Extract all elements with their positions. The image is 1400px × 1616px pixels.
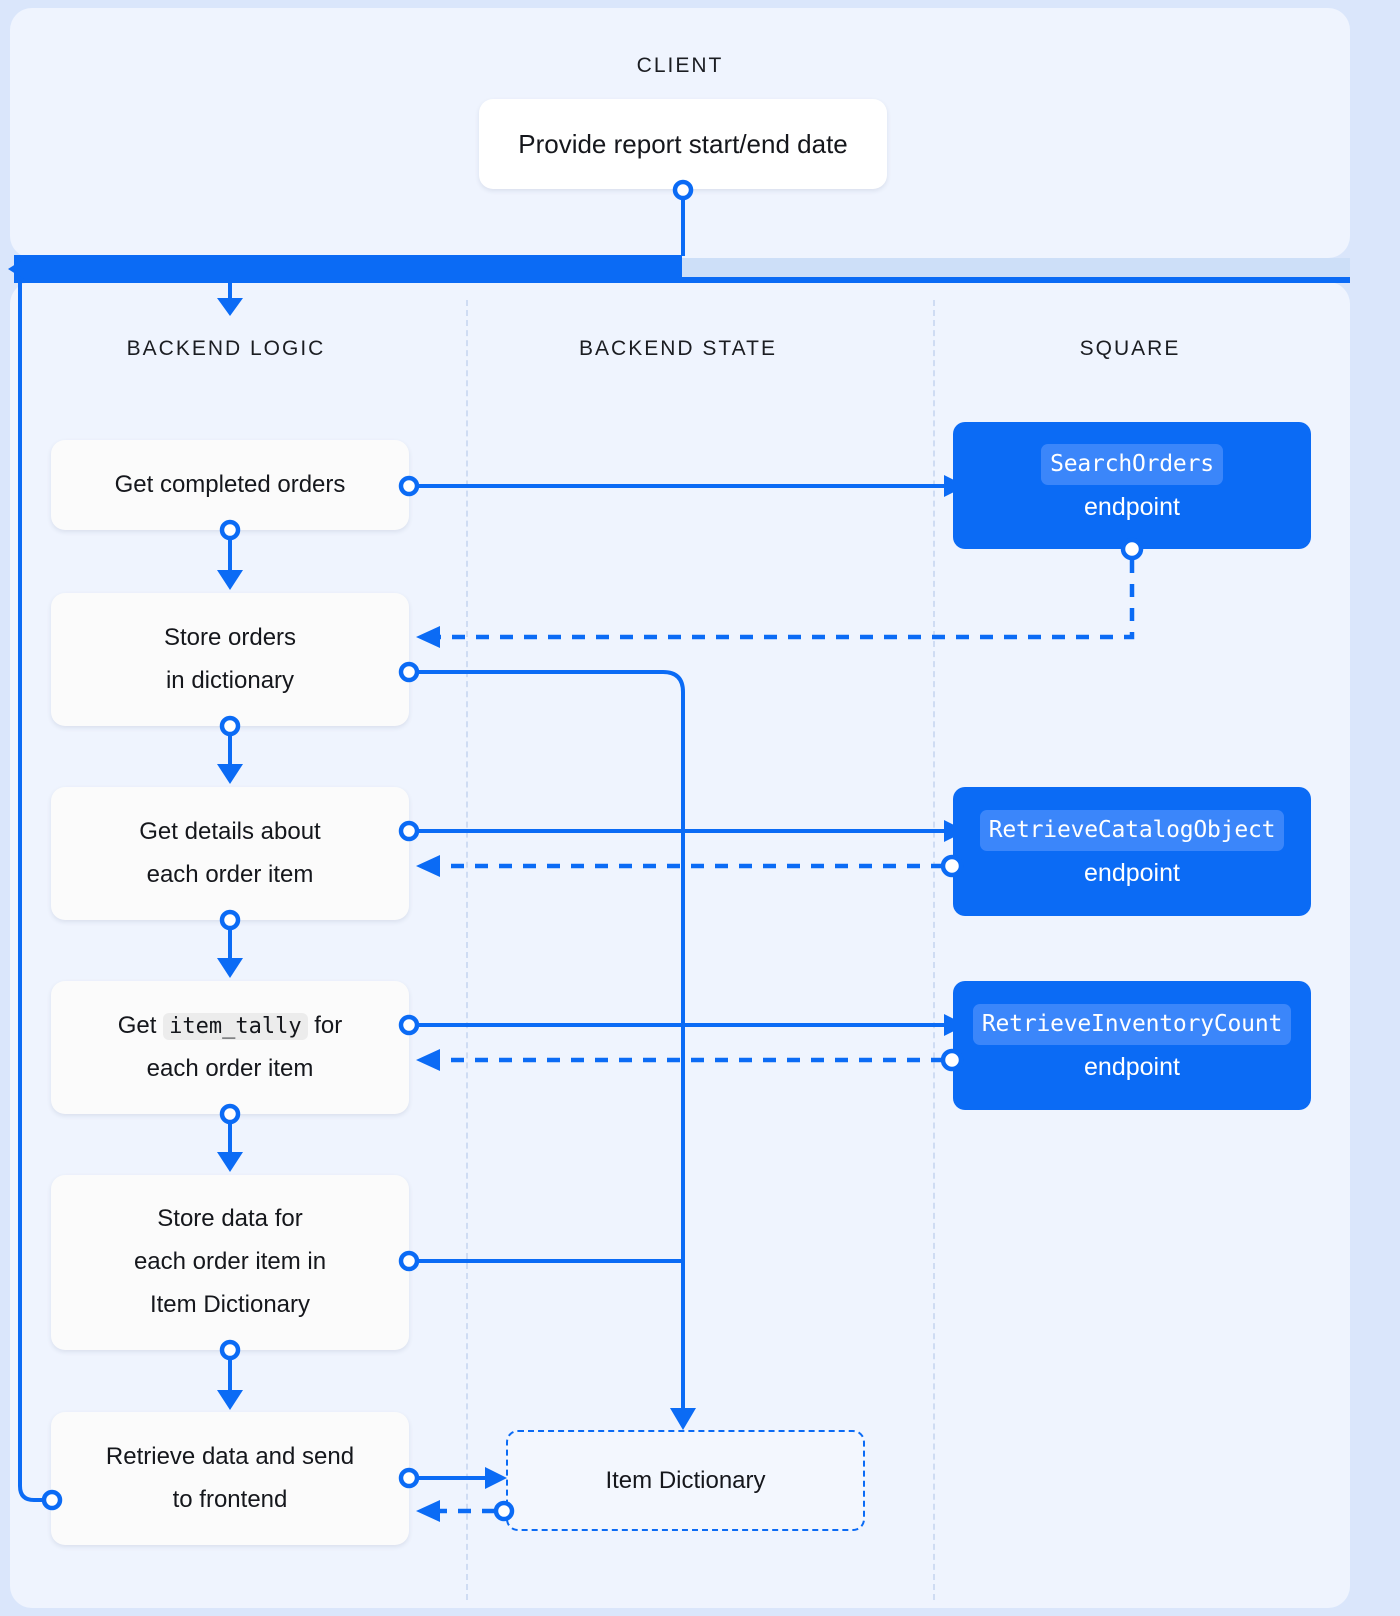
lane-divider-2 bbox=[933, 300, 935, 1600]
lane-divider-1 bbox=[466, 300, 468, 1600]
endpoint-sub-label: endpoint bbox=[1084, 492, 1180, 521]
node-label-line1: Retrieve data and send bbox=[105, 1442, 355, 1470]
endpoint-search-orders[interactable]: SearchOrders endpoint bbox=[953, 422, 1311, 549]
client-backend-bar-arrow-icon bbox=[8, 255, 30, 283]
endpoint-sub-label: endpoint bbox=[1084, 858, 1180, 887]
tally-pre: Get bbox=[117, 1011, 164, 1039]
node-label: Get completed orders bbox=[114, 470, 346, 498]
node-label-line1: Get details about bbox=[139, 817, 321, 845]
node-provide-report-date[interactable]: Provide report start/end date bbox=[479, 99, 887, 189]
endpoint-retrieve-inventory-count[interactable]: RetrieveInventoryCount endpoint bbox=[953, 981, 1311, 1110]
endpoint-sub-label: endpoint bbox=[1084, 1052, 1180, 1081]
lane-title-square: SQUARE bbox=[1079, 337, 1181, 360]
diagram-canvas: CLIENT BACKEND LOGIC BACKEND STATE SQUAR… bbox=[0, 0, 1400, 1616]
node-store-orders[interactable]: Store orders in dictionary bbox=[51, 593, 409, 726]
endpoint-api-name: SearchOrders bbox=[1041, 444, 1223, 485]
lane-title-client: CLIENT bbox=[636, 54, 724, 77]
node-get-item-tally[interactable]: Get item_tally for each order item bbox=[51, 981, 409, 1114]
lane-title-backend-state: BACKEND STATE bbox=[579, 337, 777, 360]
store-item-dictionary[interactable]: Item Dictionary bbox=[506, 1430, 865, 1531]
node-get-completed-orders[interactable]: Get completed orders bbox=[51, 440, 409, 530]
client-backend-bar-underline bbox=[14, 277, 1350, 283]
node-label-line2: to frontend bbox=[172, 1485, 288, 1513]
node-label-line2: each order item bbox=[146, 1054, 314, 1082]
node-label-line3: Item Dictionary bbox=[149, 1290, 311, 1318]
endpoint-retrieve-catalog-object[interactable]: RetrieveCatalogObject endpoint bbox=[953, 787, 1311, 916]
store-label: Item Dictionary bbox=[605, 1466, 766, 1494]
endpoint-api-name: RetrieveCatalogObject bbox=[979, 810, 1285, 851]
tally-post: for bbox=[307, 1011, 343, 1039]
node-label: Provide report start/end date bbox=[518, 128, 848, 159]
node-label-line1: Get item_tally for bbox=[117, 1005, 343, 1048]
code-item-tally: item_tally bbox=[163, 1012, 308, 1040]
node-label-line2: each order item in bbox=[133, 1248, 327, 1276]
lane-title-backend-logic: BACKEND LOGIC bbox=[126, 337, 326, 360]
node-store-item-data[interactable]: Store data for each order item in Item D… bbox=[51, 1175, 409, 1350]
node-retrieve-and-send[interactable]: Retrieve data and send to frontend bbox=[51, 1412, 409, 1545]
endpoint-api-name: RetrieveInventoryCount bbox=[972, 1004, 1292, 1045]
node-label-line2: each order item bbox=[146, 860, 314, 888]
node-label-line2: in dictionary bbox=[165, 666, 295, 694]
node-get-order-item-details[interactable]: Get details about each order item bbox=[51, 787, 409, 920]
node-label-line1: Store orders bbox=[163, 623, 297, 651]
node-label-line1: Store data for bbox=[157, 1205, 303, 1233]
